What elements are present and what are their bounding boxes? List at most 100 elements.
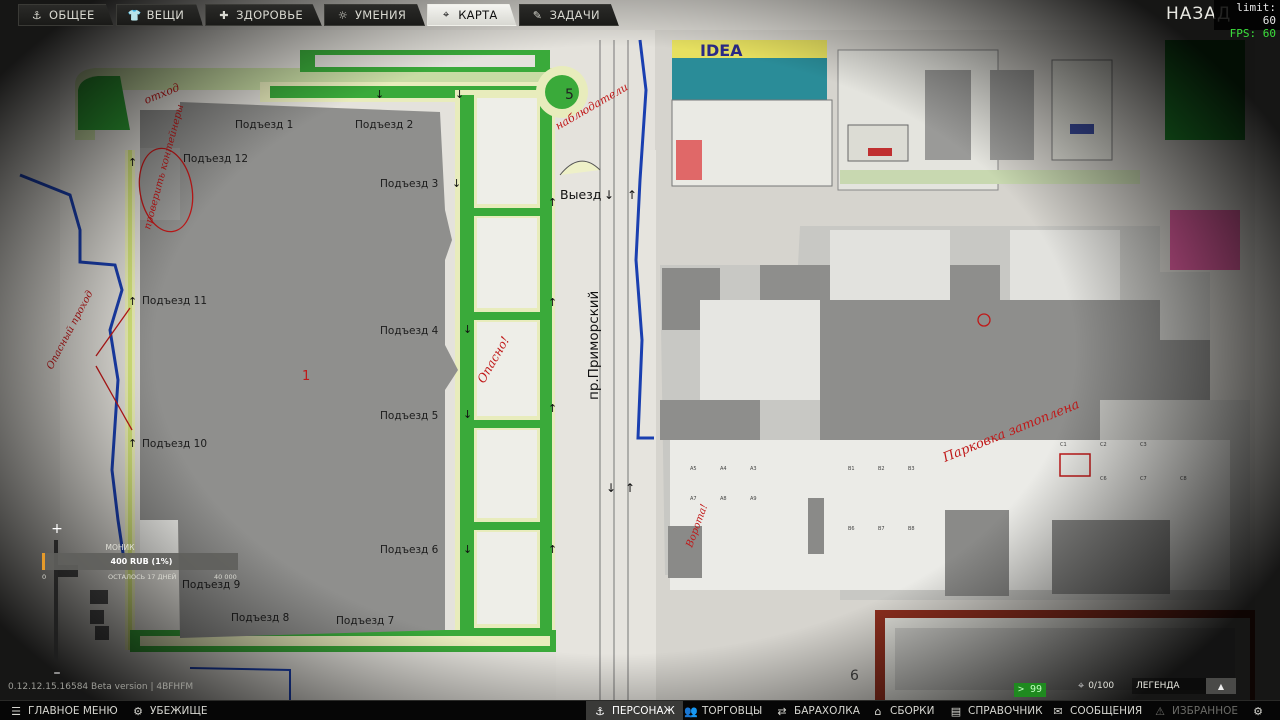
- svg-text:A8: A8: [720, 496, 727, 502]
- nav-character[interactable]: ⚓ ПЕРСОНАЖ: [586, 701, 683, 720]
- svg-text:A3: A3: [750, 466, 757, 472]
- tab-general-label: ОБЩЕЕ: [49, 8, 95, 22]
- tab-skills-label: УМЕНИЯ: [354, 8, 407, 22]
- svg-text:C2: C2: [1100, 442, 1107, 448]
- svg-text:C6: C6: [1100, 476, 1107, 482]
- map-roundabout-number: 5: [565, 87, 574, 103]
- roubles-badge: > 99: [1014, 683, 1047, 697]
- bottom-nav-bar: ☰ ГЛАВНОЕ МЕНЮ ⚙ УБЕЖИЩЕ ⚓ ПЕРСОНАЖ 👥 ТО…: [0, 700, 1280, 720]
- tab-tasks[interactable]: ✎ ЗАДАЧИ: [518, 4, 619, 26]
- fps-counter: limit: 60 FPS: 60: [1214, 0, 1280, 40]
- svg-text:A5: A5: [690, 466, 697, 472]
- quest-progress-bar: 400 RUB (1%): [42, 553, 238, 570]
- entrance-10-label: Подъезд 10: [142, 438, 207, 450]
- svg-text:↓: ↓: [375, 88, 384, 101]
- settings-button[interactable]: ⚙: [1252, 701, 1264, 720]
- gear-icon: ⚙: [1253, 704, 1263, 718]
- quest-min: 0: [42, 573, 47, 581]
- tab-tasks-label: ЗАДАЧИ: [549, 8, 600, 22]
- svg-text:↑: ↑: [548, 196, 557, 209]
- fps-value-text: FPS: 60: [1229, 27, 1276, 40]
- flea-market-icon: ⇄: [777, 704, 787, 718]
- nav-flea-market[interactable]: ⇄ БАРАХОЛКА: [776, 701, 860, 720]
- entrance-6-label: Подъезд 6: [380, 544, 439, 556]
- nav-favorites-label: ИЗБРАННОЕ: [1172, 705, 1238, 717]
- messages-icon: ✉: [1053, 704, 1063, 718]
- store-sign-text: IDEA: [700, 41, 743, 60]
- map-viewport[interactable]: 5 1 Подъезд 1 Подъезд 2 Подъезд 3 Подъез…: [0, 0, 1280, 700]
- tab-general[interactable]: ⚓ ОБЩЕЕ: [18, 4, 114, 26]
- tab-health[interactable]: ✚ ЗДОРОВЬЕ: [205, 4, 322, 26]
- legend-button[interactable]: ЛЕГЕНДА ▲: [1132, 678, 1236, 694]
- nav-main-menu-label: ГЛАВНОЕ МЕНЮ: [28, 705, 118, 717]
- tab-skills[interactable]: ☼ УМЕНИЯ: [323, 4, 426, 26]
- svg-text:B3: B3: [908, 466, 915, 472]
- zoom-in-button[interactable]: +: [50, 522, 64, 536]
- svg-text:C7: C7: [1140, 476, 1147, 482]
- svg-text:↑: ↑: [548, 296, 557, 309]
- zoom-out-button[interactable]: –: [50, 666, 64, 680]
- entrance-8-label: Подъезд 8: [231, 612, 289, 624]
- marker-counter: ⌖ 0/100: [1078, 679, 1114, 693]
- anchor-icon: ⚓: [31, 8, 43, 22]
- nav-traders-label: ТОРГОВЦЫ: [702, 705, 763, 717]
- svg-text:↓: ↓: [463, 408, 472, 421]
- builds-icon: ⌂: [874, 704, 882, 718]
- favorites-icon: ⚠: [1155, 704, 1165, 718]
- entrance-2-label: Подъезд 2: [355, 119, 413, 131]
- entrance-5-label: Подъезд 5: [380, 410, 438, 422]
- svg-text:C8: C8: [1180, 476, 1187, 482]
- handbook-icon: ▤: [950, 704, 962, 718]
- svg-text:↓: ↓: [463, 543, 472, 556]
- quest-name: МОНИК: [105, 543, 135, 552]
- svg-text:↑: ↑: [548, 402, 557, 415]
- svg-text:B1: B1: [848, 466, 855, 472]
- exit-label: Выезд: [560, 187, 601, 202]
- tab-gear[interactable]: 👕 ВЕЩИ: [115, 4, 204, 26]
- svg-text:↑: ↑: [128, 437, 137, 450]
- chevron-up-icon[interactable]: ▲: [1206, 678, 1236, 694]
- version-text: 0.12.12.15.16584 Beta version | 4BFHFM: [8, 682, 194, 692]
- nav-traders[interactable]: 👥 ТОРГОВЦЫ: [684, 701, 762, 720]
- nav-hideout[interactable]: ⚙ УБЕЖИЩЕ: [132, 701, 207, 720]
- nav-builds-label: СБОРКИ: [890, 705, 935, 717]
- entrance-7-label: Подъезд 7: [336, 615, 394, 627]
- svg-text:B8: B8: [908, 526, 915, 532]
- entrance-11-label: Подъезд 11: [142, 295, 207, 307]
- nav-messages[interactable]: ✉ СООБЩЕНИЯ: [1052, 701, 1142, 720]
- traders-icon: 👥: [684, 704, 698, 718]
- entrance-4-label: Подъезд 4: [380, 325, 439, 337]
- anchor-icon: ⚓: [595, 704, 605, 718]
- nav-builds[interactable]: ⌂ СБОРКИ: [872, 701, 935, 720]
- marker-count-text: 0/100: [1088, 681, 1115, 691]
- svg-text:↑: ↑: [627, 188, 637, 202]
- nav-flea-market-label: БАРАХОЛКА: [794, 705, 860, 717]
- legend-label: ЛЕГЕНДА: [1136, 681, 1180, 691]
- svg-text:↑: ↑: [128, 156, 137, 169]
- top-tab-bar: ⚓ ОБЩЕЕ 👕 ВЕЩИ ✚ ЗДОРОВЬЕ ☼ УМЕНИЯ ⌖ КАР…: [18, 4, 619, 26]
- entrance-3-label: Подъезд 3: [380, 178, 438, 190]
- svg-text:B2: B2: [878, 466, 885, 472]
- tab-map[interactable]: ⌖ КАРТА: [427, 4, 517, 26]
- svg-text:↑: ↑: [625, 481, 635, 495]
- map-image: 5 1 Подъезд 1 Подъезд 2 Подъезд 3 Подъез…: [0, 0, 1280, 700]
- quest-max: 40 000: [214, 573, 237, 581]
- svg-text:B7: B7: [878, 526, 885, 532]
- entrance-1-label: Подъезд 1: [235, 119, 293, 131]
- svg-text:C1: C1: [1060, 442, 1067, 448]
- quest-days-left: ОСТАЛОСЬ 17 ДНЕЙ: [108, 573, 177, 581]
- nav-messages-label: СООБЩЕНИЯ: [1070, 705, 1143, 717]
- nav-handbook[interactable]: ▤ СПРАВОЧНИК: [950, 701, 1043, 720]
- tasks-icon: ✎: [532, 8, 543, 22]
- tab-health-label: ЗДОРОВЬЕ: [236, 8, 303, 22]
- map-zone-number: 6: [850, 668, 859, 684]
- map-marker-icon: ⌖: [1078, 679, 1085, 692]
- nav-favorites[interactable]: ⚠ ИЗБРАННОЕ: [1154, 701, 1238, 720]
- nav-main-menu[interactable]: ☰ ГЛАВНОЕ МЕНЮ: [10, 701, 118, 720]
- street-label: пр.Приморский: [586, 291, 602, 400]
- entrance-12-label: Подъезд 12: [183, 153, 248, 165]
- tab-map-label: КАРТА: [458, 8, 498, 22]
- svg-text:A7: A7: [690, 496, 697, 502]
- sun-icon: ☼: [337, 8, 349, 22]
- game-screen: 5 1 Подъезд 1 Подъезд 2 Подъезд 3 Подъез…: [0, 0, 1280, 720]
